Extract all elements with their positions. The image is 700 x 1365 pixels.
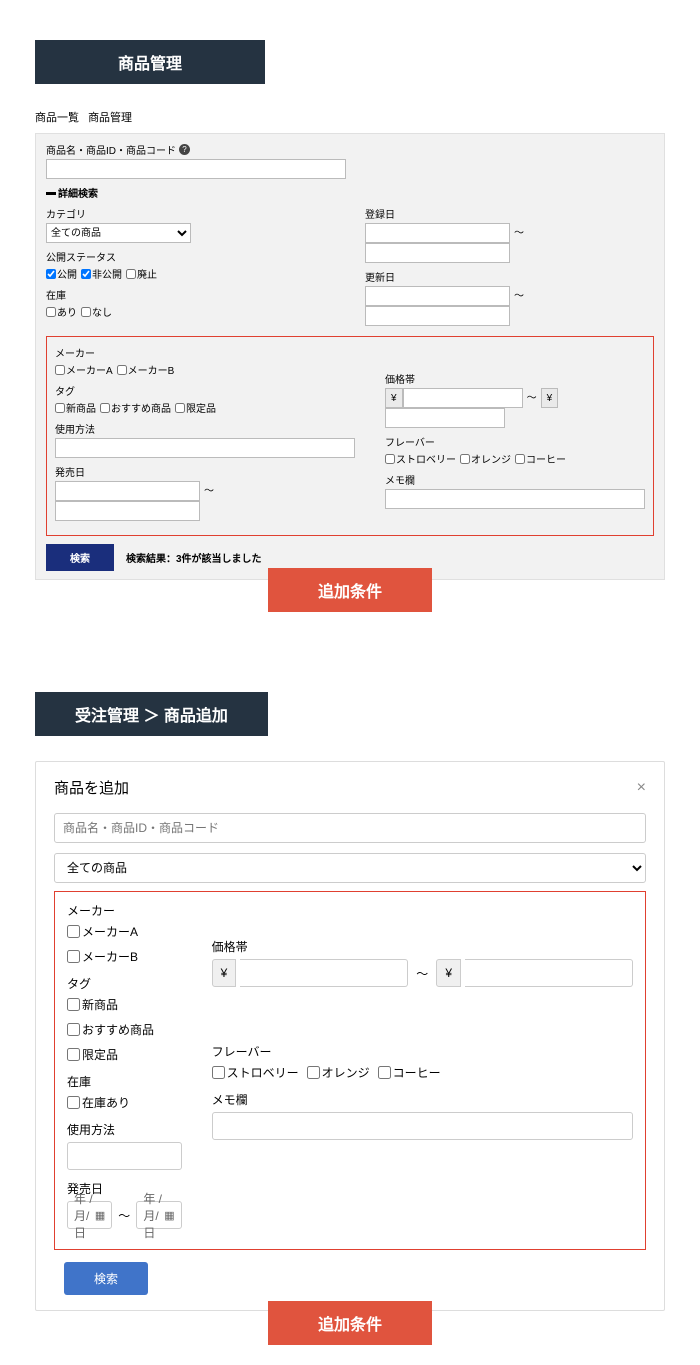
tag-option[interactable]: 限定品 [175,400,216,415]
tag-option[interactable]: 新商品 [67,996,118,1013]
category-select[interactable]: 全ての商品 [46,223,191,243]
regdate-label: 登録日 [365,206,654,221]
yen-prefix: ¥ [385,388,403,408]
help-icon[interactable]: ? [179,144,190,155]
section-title: 受注管理 ＞ 商品追加 [35,692,268,736]
release-from[interactable] [55,481,200,501]
tag-label: タグ [67,975,182,992]
tag-option[interactable]: 新商品 [55,400,96,415]
additional-conditions-badge: 追加条件 [268,568,432,612]
memo-input[interactable] [212,1112,633,1140]
stock-option[interactable]: 在庫あり [67,1094,130,1111]
status-label: 公開ステータス [46,249,335,264]
regdate-from[interactable] [365,223,510,243]
search-panel: 商品名・商品ID・商品コード ? ▬ 詳細検索 カテゴリ 全ての商品 公開ステー… [35,133,665,580]
category-select[interactable]: 全ての商品 [54,853,646,883]
stock-option[interactable]: なし [81,304,112,319]
maker-option[interactable]: メーカーA [67,923,138,940]
maker-option[interactable]: メーカーB [117,362,175,377]
regdate-to[interactable] [365,243,510,263]
section-title: 商品管理 [35,40,265,84]
status-option[interactable]: 廃止 [126,266,157,281]
release-from[interactable]: 年 /月/日▦ [67,1201,112,1229]
tag-option[interactable]: おすすめ商品 [67,1021,154,1038]
category-label: カテゴリ [46,206,335,221]
search-input[interactable] [46,159,346,179]
additional-conditions-box: メーカー メーカーA メーカーB タグ 新商品 おすすめ商品 限定品 [54,891,646,1250]
stock-label: 在庫 [67,1073,182,1090]
maker-option[interactable]: メーカーA [55,362,113,377]
maker-label: メーカー [67,902,182,919]
price-label: 価格帯 [212,938,633,955]
release-to[interactable] [55,501,200,521]
stock-label: 在庫 [46,287,335,302]
search-button[interactable]: 検索 [64,1262,148,1295]
usage-label: 使用方法 [67,1121,182,1138]
detail-search-toggle[interactable]: ▬ 詳細検索 [46,185,654,200]
maker-option[interactable]: メーカーB [67,948,138,965]
breadcrumb: 商品一覧 商品管理 [35,109,665,125]
price-from[interactable] [240,959,408,987]
tag-option[interactable]: 限定品 [67,1046,118,1063]
minus-icon: ▬ [46,187,56,198]
price-label: 価格帯 [385,371,645,386]
upddate-from[interactable] [365,286,510,306]
upddate-to[interactable] [365,306,510,326]
release-to[interactable]: 年 /月/日▦ [136,1201,181,1229]
usage-label: 使用方法 [55,421,355,436]
flavor-label: フレーバー [385,434,645,449]
calendar-icon: ▦ [164,1209,174,1222]
breadcrumb-item: 商品管理 [88,112,132,124]
memo-label: メモ欄 [212,1091,633,1108]
yen-prefix: ¥ [212,959,237,987]
yen-prefix: ¥ [541,388,559,408]
additional-conditions-badge: 追加条件 [268,1301,432,1345]
status-option[interactable]: 非公開 [81,266,122,281]
status-option[interactable]: 公開 [46,266,77,281]
modal-title: 商品を追加 [54,777,129,798]
calendar-icon: ▦ [95,1209,105,1222]
yen-prefix: ¥ [436,959,461,987]
price-to[interactable] [465,959,633,987]
search-input[interactable] [54,813,646,843]
memo-label: メモ欄 [385,472,645,487]
tag-option[interactable]: おすすめ商品 [100,400,171,415]
search-label: 商品名・商品ID・商品コード ? [46,142,654,157]
flavor-label: フレーバー [212,1043,633,1060]
usage-input[interactable] [67,1142,182,1170]
flavor-option[interactable]: オレンジ [460,451,511,466]
flavor-option[interactable]: ストロベリー [385,451,456,466]
close-icon[interactable]: × [637,779,646,797]
flavor-option[interactable]: コーヒー [515,451,566,466]
order-add-product-section: 受注管理 ＞ 商品追加 商品を追加 × 全ての商品 メーカー メーカーA メーカ… [0,632,700,1365]
upddate-label: 更新日 [365,269,654,284]
additional-conditions-box: メーカー メーカーA メーカーB タグ 新商品 おすすめ商品 限定品 [46,336,654,536]
product-management-section: 商品管理 商品一覧 商品管理 商品名・商品ID・商品コード ? ▬ 詳細検索 カ… [0,0,700,632]
breadcrumb-item[interactable]: 商品一覧 [35,112,79,124]
stock-option[interactable]: あり [46,304,77,319]
usage-input[interactable] [55,438,355,458]
tag-label: タグ [55,383,355,398]
price-from[interactable] [403,388,523,408]
memo-input[interactable] [385,489,645,509]
add-product-modal: 商品を追加 × 全ての商品 メーカー メーカーA メーカーB タグ [35,761,665,1311]
maker-label: メーカー [55,345,355,360]
release-label: 発売日 [55,464,355,479]
price-to[interactable] [385,408,505,428]
